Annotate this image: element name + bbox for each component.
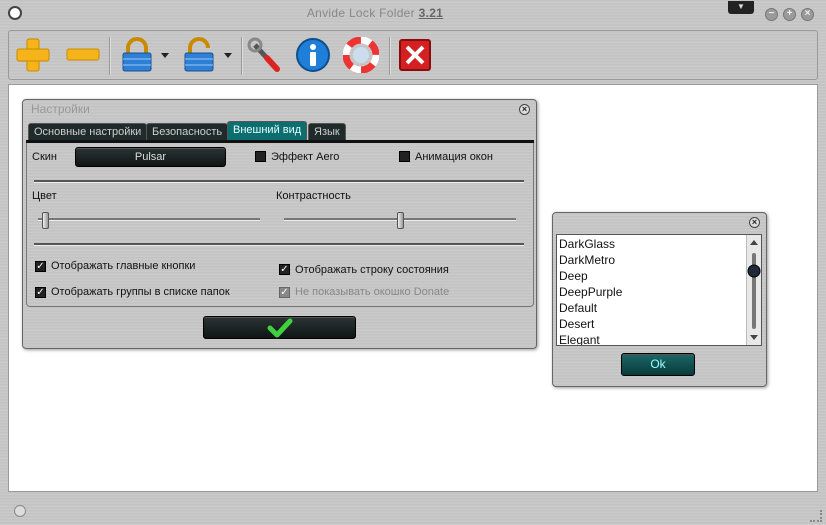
status-indicator: [14, 505, 26, 517]
contrast-label: Контрастность: [276, 190, 351, 202]
skin-ok-button[interactable]: Ok: [621, 353, 695, 376]
checkmark-icon: [267, 318, 292, 338]
show-groups-checkbox[interactable]: ✓: [35, 287, 46, 298]
unlock-dropdown-arrow[interactable]: [224, 53, 232, 58]
show-main-buttons-checkbox[interactable]: ✓: [35, 261, 46, 272]
color-label: Цвет: [32, 190, 57, 202]
add-icon: [16, 38, 50, 72]
tab-general[interactable]: Основные настройки: [28, 123, 148, 140]
divider: [34, 180, 524, 183]
info-icon: [296, 38, 330, 72]
title-bar: Anvide Lock Folder 3.21 ▼ − + ×: [0, 0, 826, 28]
toolbar-separator: [109, 37, 111, 75]
list-item[interactable]: Deep: [559, 269, 588, 283]
divider: [34, 243, 524, 246]
unlock-icon: [184, 37, 214, 72]
help-button[interactable]: [342, 36, 380, 74]
toolbar-separator: [241, 37, 243, 75]
show-main-buttons-label: Отображать главные кнопки: [51, 260, 196, 272]
no-donate-label: Не показывать окошко Donate: [295, 286, 450, 298]
help-icon: [342, 36, 380, 74]
window-animation-label: Анимация окон: [415, 151, 493, 163]
skin-list-close-button[interactable]: ×: [749, 217, 760, 228]
scrollbar-graphics: [747, 240, 761, 340]
tab-security[interactable]: Безопасность: [146, 123, 229, 140]
settings-close-button[interactable]: ×: [519, 104, 530, 115]
tab-language[interactable]: Язык: [308, 123, 346, 140]
list-item[interactable]: Elegant: [559, 333, 600, 345]
settings-dialog-title: Настройки: [31, 102, 90, 116]
window-animation-checkbox[interactable]: [399, 151, 410, 162]
remove-icon: [66, 48, 100, 61]
minimize-button[interactable]: −: [765, 8, 778, 21]
contrast-slider-thumb[interactable]: [396, 212, 404, 229]
show-groups-label: Отображать группы в списке папок: [51, 286, 230, 298]
scroll-up-icon: [750, 240, 758, 245]
no-donate-checkbox: ✓: [279, 287, 290, 298]
list-item[interactable]: DeepPurple: [559, 285, 622, 299]
skin-label: Скин: [32, 151, 57, 163]
skin-select-button[interactable]: Pulsar: [75, 147, 226, 167]
skin-list-scrollbar[interactable]: [746, 235, 761, 345]
add-folder-button[interactable]: [15, 37, 51, 73]
remove-folder-button[interactable]: [65, 37, 101, 73]
title-text: Anvide Lock Folder: [306, 6, 419, 20]
list-item[interactable]: Default: [559, 301, 597, 315]
aero-checkbox[interactable]: [255, 151, 266, 162]
list-item[interactable]: DarkMetro: [559, 253, 615, 267]
maximize-button[interactable]: +: [783, 8, 796, 21]
scroll-down-icon: [750, 335, 758, 340]
skin-listbox[interactable]: DarkGlass DarkMetro Deep DeepPurple Defa…: [556, 234, 762, 346]
settings-button[interactable]: [247, 37, 283, 73]
about-button[interactable]: [295, 37, 331, 73]
appearance-panel: [26, 143, 534, 307]
title-version: 3.21: [418, 6, 444, 20]
window-title: Anvide Lock Folder 3.21: [0, 6, 750, 20]
settings-ok-button[interactable]: [203, 316, 356, 339]
lock-folder-button[interactable]: [119, 37, 155, 73]
scroll-thumb-icon: [747, 264, 761, 278]
exit-icon: [399, 39, 431, 71]
close-window-button[interactable]: ×: [801, 8, 814, 21]
toolbar-separator: [389, 37, 391, 75]
show-status-bar-label: Отображать строку состояния: [295, 264, 449, 276]
resize-grip[interactable]: [810, 510, 822, 522]
toolbar: [8, 30, 818, 80]
lock-dropdown-arrow[interactable]: [161, 53, 169, 58]
aero-label: Эффект Aero: [271, 151, 340, 163]
settings-icon: [247, 37, 280, 72]
list-item[interactable]: Desert: [559, 317, 594, 331]
list-item[interactable]: DarkGlass: [559, 237, 615, 251]
lock-icon: [122, 37, 152, 72]
menu-dropdown-button[interactable]: ▼: [728, 1, 754, 14]
color-slider-thumb[interactable]: [42, 212, 50, 229]
unlock-folder-button[interactable]: [181, 37, 217, 73]
show-status-bar-checkbox[interactable]: ✓: [279, 264, 290, 275]
color-slider-track[interactable]: [38, 218, 260, 221]
exit-button[interactable]: [397, 37, 433, 73]
tab-appearance[interactable]: Внешний вид: [227, 121, 308, 140]
